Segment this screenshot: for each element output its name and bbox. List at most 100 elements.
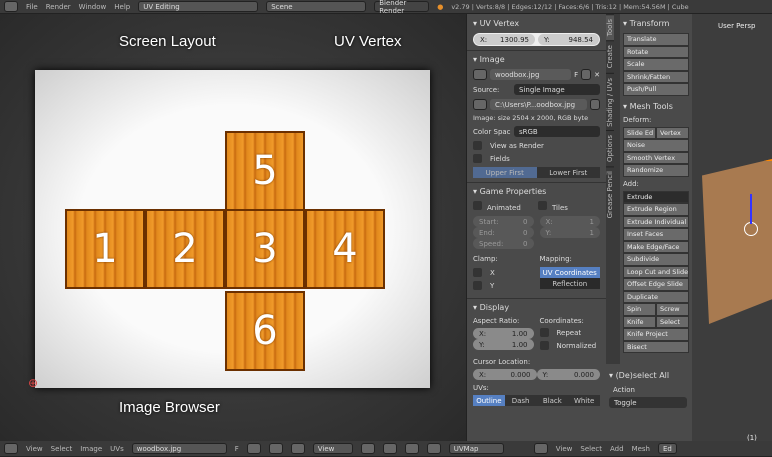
tab-options[interactable]: Options	[606, 130, 614, 167]
open-image-icon[interactable]	[268, 443, 283, 454]
open-folder-icon[interactable]	[581, 69, 592, 80]
dash-button[interactable]: Dash	[504, 395, 537, 406]
snap-icon[interactable]	[426, 443, 441, 454]
translate-button[interactable]: Translate	[623, 33, 689, 46]
menu-render[interactable]: Render	[46, 3, 71, 11]
duplicate-button[interactable]: Duplicate	[623, 290, 689, 303]
black-button[interactable]: Black	[536, 395, 569, 406]
uv-face-3[interactable]: 3	[225, 209, 305, 289]
fake-user-button[interactable]: F	[235, 445, 239, 453]
fake-user-button[interactable]: F	[574, 71, 578, 79]
3d-cursor-icon[interactable]	[744, 222, 758, 236]
extrude-region-button[interactable]: Extrude Region	[623, 203, 689, 216]
3d-menu-view[interactable]: View	[556, 445, 573, 453]
push-pull-button[interactable]: Push/Pull	[623, 83, 689, 96]
uv-vertex-header[interactable]: ▾ UV Vertex	[473, 19, 600, 28]
tab-grease-pencil[interactable]: Grease Pencil	[606, 166, 614, 223]
menu-help[interactable]: Help	[114, 3, 130, 11]
pivot-icon[interactable]	[360, 443, 375, 454]
editor-type-icon[interactable]	[4, 443, 18, 454]
randomize-button[interactable]: Randomize	[623, 164, 689, 177]
unlink-icon[interactable]: ✕	[594, 71, 600, 79]
animated-checkbox[interactable]: Animated	[473, 201, 535, 212]
aspect-x-field[interactable]: X: 1.00	[473, 328, 534, 339]
action-select[interactable]: Toggle	[609, 397, 687, 408]
uv-face-5[interactable]: 5	[225, 131, 305, 211]
menu-select[interactable]: Select	[51, 445, 73, 453]
uv-face-4[interactable]: 4	[305, 209, 385, 289]
display-header[interactable]: ▾ Display	[473, 303, 600, 312]
uv-face-1[interactable]: 1	[65, 209, 145, 289]
view-as-render-checkbox[interactable]: View as Render	[473, 141, 600, 150]
tab-shading-uvs[interactable]: Shading / UVs	[606, 72, 614, 131]
rotate-button[interactable]: Rotate	[623, 45, 689, 58]
lower-first-button[interactable]: Lower First	[536, 167, 600, 178]
uv-x-field[interactable]: X: 1300.95	[474, 34, 535, 45]
folder-icon[interactable]	[590, 99, 600, 110]
outline-button[interactable]: Outline	[473, 395, 505, 406]
uv-coordinates-button[interactable]: UV Coordinates	[539, 267, 600, 278]
shrink-fatten-button[interactable]: Shrink/Fatten	[623, 70, 689, 83]
uvmap-select[interactable]: UVMap	[448, 443, 504, 454]
speed-field[interactable]: Speed: 0	[473, 238, 534, 249]
3d-viewport[interactable]: User Persp (1) Cub	[692, 14, 772, 450]
start-field[interactable]: Start: 0	[473, 216, 534, 227]
tab-create[interactable]: Create	[606, 40, 614, 73]
select-mode-icon[interactable]	[404, 443, 419, 454]
normalized-checkbox[interactable]: Normalized	[539, 341, 601, 350]
tab-tools[interactable]: Tools	[606, 14, 614, 41]
scale-button[interactable]: Scale	[623, 58, 689, 71]
3d-menu-add[interactable]: Add	[610, 445, 624, 453]
z-axis-arrow-icon[interactable]	[750, 194, 752, 224]
screen-layout-select[interactable]: UV Editing	[138, 1, 259, 12]
menu-image[interactable]: Image	[80, 445, 102, 453]
3d-editor-type-icon[interactable]	[533, 443, 548, 454]
extrude-individual-button[interactable]: Extrude Individual	[623, 215, 689, 228]
color-space-select[interactable]: sRGB	[514, 126, 600, 137]
cursor-y-field[interactable]: Y: 0.000	[536, 369, 600, 380]
uv-y-field[interactable]: Y: 948.54	[538, 34, 599, 45]
tiles-y-field[interactable]: Y: 1	[539, 227, 600, 238]
cursor-x-field[interactable]: X: 0.000	[473, 369, 537, 380]
image-browse-icon[interactable]	[473, 69, 487, 80]
clamp-y-checkbox[interactable]: Y	[473, 281, 534, 290]
bisect-button[interactable]: Bisect	[623, 340, 689, 353]
noise-button[interactable]: Noise	[623, 139, 689, 152]
extrude-select[interactable]: Extrude	[623, 190, 689, 203]
repeat-checkbox[interactable]: Repeat	[539, 328, 601, 337]
loop-cut-button[interactable]: Loop Cut and Slide	[623, 265, 689, 278]
source-select[interactable]: Single Image	[514, 84, 600, 95]
make-edge-face-button[interactable]: Make Edge/Face	[623, 240, 689, 253]
new-image-icon[interactable]	[246, 443, 261, 454]
uv-image-canvas[interactable]: 1 2 3 4 5 6	[35, 70, 430, 388]
subdivide-button[interactable]: Subdivide	[623, 253, 689, 266]
knife-project-button[interactable]: Knife Project	[623, 328, 689, 341]
image-browser-field[interactable]: woodbox.jpg	[131, 443, 227, 454]
uv-face-2[interactable]: 2	[145, 209, 225, 289]
knife-button[interactable]: Knife	[623, 315, 656, 328]
3d-menu-select[interactable]: Select	[580, 445, 602, 453]
transform-header[interactable]: ▾ Transform	[623, 19, 689, 28]
filepath-field[interactable]: C:\Users\P...oodbox.jpg	[490, 99, 587, 110]
clamp-x-checkbox[interactable]: X	[473, 268, 534, 277]
knife-select-button[interactable]: Select	[656, 315, 689, 328]
image-header[interactable]: ▾ Image	[473, 55, 600, 64]
scene-select[interactable]: Scene	[266, 1, 367, 12]
sync-selection-icon[interactable]	[382, 443, 397, 454]
inset-faces-button[interactable]: Inset Faces	[623, 228, 689, 241]
2d-cursor-icon[interactable]: ⊕	[28, 376, 38, 390]
spin-button[interactable]: Spin	[623, 303, 656, 316]
menu-uvs[interactable]: UVs	[110, 445, 124, 453]
render-engine-select[interactable]: Blender Render	[374, 0, 430, 15]
white-button[interactable]: White	[568, 395, 600, 406]
pin-icon[interactable]	[290, 443, 305, 454]
3d-menu-mesh[interactable]: Mesh	[632, 445, 650, 453]
mode-select[interactable]: Ed	[658, 443, 677, 454]
redo-header[interactable]: ▾ (De)select All	[609, 371, 687, 380]
menu-view[interactable]: View	[26, 445, 43, 453]
menu-window[interactable]: Window	[79, 3, 107, 11]
screw-button[interactable]: Screw	[656, 303, 689, 316]
upper-first-button[interactable]: Upper First	[473, 167, 537, 178]
view-mode-select[interactable]: View	[312, 443, 353, 454]
reflection-button[interactable]: Reflection	[539, 278, 600, 289]
